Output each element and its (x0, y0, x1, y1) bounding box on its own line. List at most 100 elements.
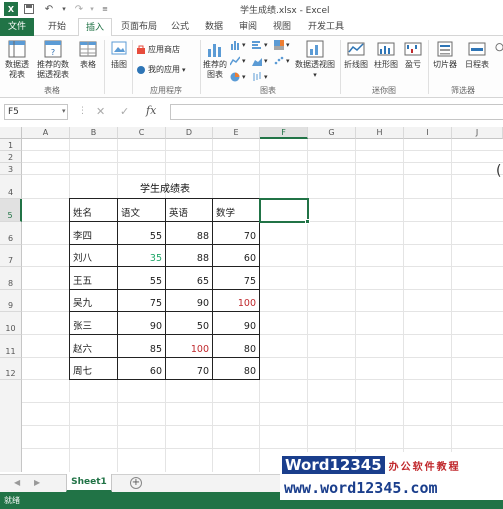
cell-name[interactable]: 刘八 (70, 245, 118, 267)
cell-name[interactable]: 吴九 (70, 290, 118, 312)
cell-english[interactable]: 50 (166, 312, 213, 335)
recommended-charts-button[interactable]: 推荐的图表 (202, 39, 228, 80)
column-header[interactable]: G (308, 127, 356, 139)
cancel-icon[interactable]: ✕ (96, 105, 105, 118)
row-header[interactable]: 4 (0, 175, 22, 199)
cell-english[interactable]: 65 (166, 267, 213, 290)
line-chart-menu[interactable]: ▾ (230, 56, 246, 66)
cell-chinese[interactable]: 60 (118, 358, 166, 380)
header-cell-english[interactable]: 英语 (166, 199, 213, 222)
column-header[interactable]: C (118, 127, 166, 139)
timeline-button[interactable]: 日程表 (462, 39, 492, 70)
tab-home[interactable]: 开始 (40, 18, 74, 36)
row-header[interactable]: 2 (0, 151, 22, 163)
header-cell-name[interactable]: 姓名 (70, 199, 118, 222)
sparkline-winloss-button[interactable]: 盈亏 (402, 39, 424, 70)
redo-dropdown-icon[interactable]: ▾ (88, 2, 96, 16)
hierarchy-chart-menu[interactable]: ▾ (274, 40, 290, 50)
save-icon[interactable] (22, 2, 36, 16)
undo-dropdown-icon[interactable]: ▾ (60, 2, 68, 16)
row-header[interactable]: 3 (0, 163, 22, 175)
sparkline-line-button[interactable]: 折线图 (342, 39, 370, 70)
row-header[interactable]: 6 (0, 222, 22, 245)
redo-icon[interactable]: ↷ (70, 2, 88, 16)
column-header[interactable]: H (356, 127, 404, 139)
slicer-button[interactable]: 切片器 (430, 39, 460, 70)
row-header[interactable]: 1 (0, 139, 22, 151)
tab-developer[interactable]: 开发工具 (304, 18, 348, 36)
column-header[interactable]: B (70, 127, 118, 139)
next-sheet-icon[interactable]: ▶ (34, 478, 40, 487)
add-sheet-icon[interactable]: + (130, 477, 142, 489)
ribbon-more-button[interactable] (494, 39, 503, 60)
cell-english[interactable]: 88 (166, 222, 213, 245)
column-header[interactable]: E (213, 127, 260, 139)
cell-name[interactable]: 周七 (70, 358, 118, 380)
cell-chinese[interactable]: 55 (118, 222, 166, 245)
fill-handle[interactable] (305, 219, 310, 224)
cell-name[interactable]: 王五 (70, 267, 118, 290)
formula-input[interactable] (170, 104, 503, 120)
column-header[interactable]: D (166, 127, 213, 139)
area-chart-menu[interactable]: ▾ (252, 56, 268, 66)
cell-name[interactable]: 张三 (70, 312, 118, 335)
header-cell-chinese[interactable]: 语文 (118, 199, 166, 222)
tab-page-layout[interactable]: 页面布局 (116, 18, 162, 36)
cell-math[interactable]: 80 (213, 358, 260, 380)
sheet-tab-sheet1[interactable]: Sheet1 (66, 474, 112, 492)
tab-review[interactable]: 审阅 (234, 18, 262, 36)
hbar-chart-menu[interactable]: ▾ (252, 40, 268, 50)
my-apps-button[interactable]: 我的应用 ▾ (136, 64, 186, 75)
select-all-corner[interactable] (0, 127, 22, 139)
cell-math[interactable]: 70 (213, 222, 260, 245)
insert-function-icon[interactable]: fx (146, 104, 156, 117)
cell-english[interactable]: 90 (166, 290, 213, 312)
name-box[interactable]: F5 (4, 104, 68, 120)
cell-math-highlight-red[interactable]: 100 (213, 290, 260, 312)
pivot-table-button[interactable]: 数据透视表 (2, 39, 32, 80)
row-header[interactable]: 7 (0, 245, 22, 267)
cell-chinese[interactable]: 90 (118, 312, 166, 335)
pivot-chart-button[interactable]: 数据透视图 ▾ (294, 39, 336, 80)
cell-chinese[interactable]: 75 (118, 290, 166, 312)
column-header[interactable]: J (452, 127, 503, 139)
cell-english[interactable]: 70 (166, 358, 213, 380)
tab-data[interactable]: 数据 (200, 18, 228, 36)
enter-icon[interactable]: ✓ (120, 105, 129, 118)
column-header[interactable]: I (404, 127, 452, 139)
cell-math[interactable]: 60 (213, 245, 260, 267)
tab-file[interactable]: 文件 (0, 18, 34, 36)
cell-name[interactable]: 李四 (70, 222, 118, 245)
pie-chart-menu[interactable]: ▾ (230, 72, 246, 82)
row-header[interactable]: 9 (0, 290, 22, 312)
column-header[interactable]: A (22, 127, 70, 139)
row-header-selected[interactable]: 5 (0, 199, 22, 222)
active-cell-selection[interactable] (259, 198, 309, 223)
cell-name[interactable]: 赵六 (70, 335, 118, 358)
prev-sheet-icon[interactable]: ◀ (14, 478, 20, 487)
cell-math[interactable]: 90 (213, 312, 260, 335)
cell-chinese[interactable]: 55 (118, 267, 166, 290)
row-header[interactable]: 10 (0, 312, 22, 335)
stock-chart-menu[interactable]: ▾ (252, 72, 268, 82)
illustrations-button[interactable]: 插图 (108, 39, 130, 70)
table-button[interactable]: 表格 (76, 39, 100, 70)
cell-english-highlight-red[interactable]: 100 (166, 335, 213, 358)
tab-insert[interactable]: 插入 (78, 18, 112, 37)
app-store-button[interactable]: 应用商店 (136, 44, 180, 55)
cell-math[interactable]: 75 (213, 267, 260, 290)
cell-chinese-highlight-green[interactable]: 35 (118, 245, 166, 267)
column-chart-menu[interactable]: ▾ (230, 40, 246, 50)
customize-qat-icon[interactable]: ≡ (100, 2, 110, 16)
recommended-pivot-button[interactable]: ? 推荐的数据透视表 (34, 39, 72, 80)
sparkline-column-button[interactable]: 柱形图 (372, 39, 400, 70)
scatter-chart-menu[interactable]: ▾ (274, 56, 290, 66)
cell-english[interactable]: 88 (166, 245, 213, 267)
name-box-dropdown-icon[interactable]: ▾ (62, 107, 66, 115)
row-header[interactable]: 11 (0, 335, 22, 358)
tab-formulas[interactable]: 公式 (166, 18, 194, 36)
cell-chinese[interactable]: 85 (118, 335, 166, 358)
tab-view[interactable]: 视图 (268, 18, 296, 36)
row-header[interactable]: 8 (0, 267, 22, 290)
row-header[interactable]: 12 (0, 358, 22, 380)
